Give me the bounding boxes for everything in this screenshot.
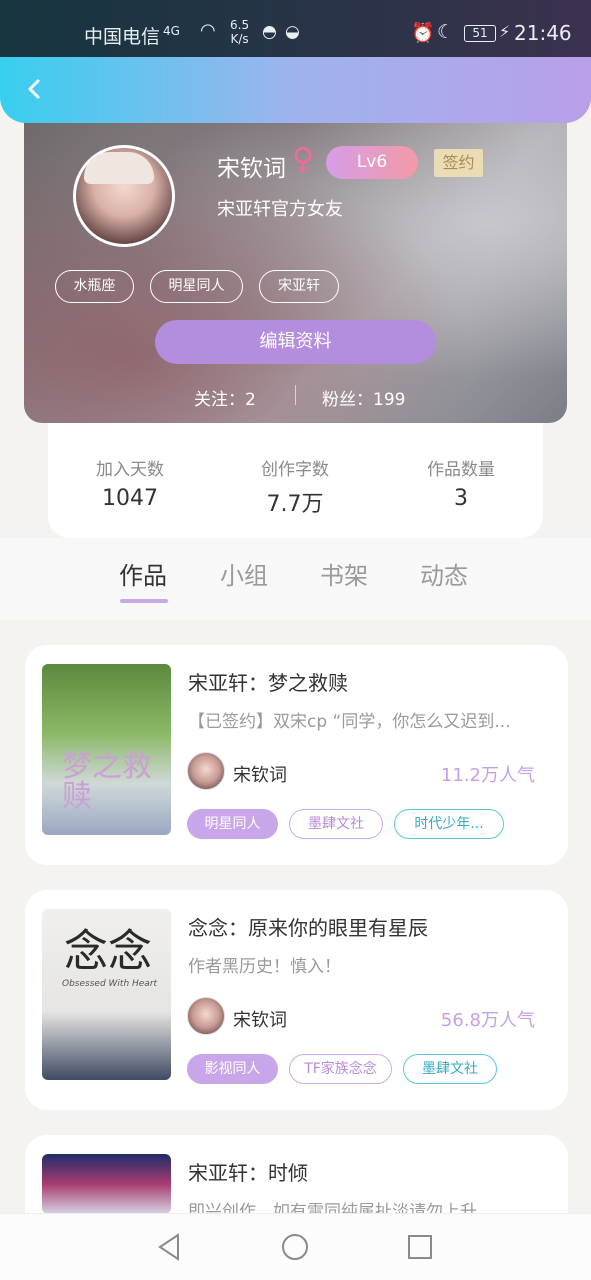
author-name: 宋钦词 <box>233 1010 287 1031</box>
alarm-icon: ⏰ <box>411 22 435 44</box>
stat-join-days: 加入天数 1047 <box>50 455 210 511</box>
signed-badge: 签约 <box>434 149 483 177</box>
back-button[interactable] <box>16 69 52 109</box>
work-card[interactable]: 宋亚轩：时倾 即兴创作，如有雷同纯属扯淡请勿上升 <box>25 1135 568 1213</box>
work-card[interactable]: 梦之救赎 宋亚轩：梦之救赎 【已签约】双宋cp “同学，你怎么又迟到... 宋钦… <box>25 645 568 865</box>
popularity-count: 56.8万人气 <box>440 1010 535 1031</box>
work-description: 【已签约】双宋cp “同学，你怎么又迟到... <box>188 712 511 732</box>
tab-groups[interactable]: 小组 <box>220 556 268 591</box>
work-title[interactable]: 宋亚轩：时倾 <box>188 1157 308 1186</box>
work-title[interactable]: 念念：原来你的眼里有星辰 <box>188 912 428 941</box>
genre-tag[interactable]: 明星同人 <box>187 809 278 839</box>
clock: 21:46 <box>514 21 572 45</box>
tab-bar: 作品 小组 书架 动态 <box>0 538 591 620</box>
work-description: 作者黑历史！慎入！ <box>188 957 341 977</box>
nav-back-icon[interactable] <box>152 1229 188 1265</box>
avatar-hat <box>84 152 154 184</box>
profile-name: 宋钦词 <box>217 156 286 182</box>
profile-bio: 宋亚轩官方女友 <box>217 199 343 220</box>
author-avatar <box>187 752 225 790</box>
status-bar: 中国电信 4G ◠ 6.5 K/s ◓ ◒ ⏰ ☾ 51 ⚡ 21:46 <box>0 0 591 62</box>
cover-title: 梦之救赎 <box>62 749 152 814</box>
work-description: 即兴创作，如有雷同纯属扯淡请勿上升 <box>188 1202 477 1213</box>
follow-label: 关注： <box>194 390 245 410</box>
author-avatar <box>187 997 225 1035</box>
stat-label: 创作字数 <box>261 460 329 480</box>
profile-tag[interactable]: 水瓶座 <box>55 270 134 303</box>
book-cover[interactable]: 念念 Obsessed With Heart <box>42 909 171 1080</box>
stat-value: 3 <box>454 486 468 511</box>
female-icon: ♀ <box>292 142 314 177</box>
carrier-label: 中国电信 <box>84 26 161 48</box>
speed-value: 6.5 <box>230 18 250 32</box>
cover-subtitle: Obsessed With Heart <box>62 979 158 989</box>
follow-count[interactable]: 关注：2 <box>194 385 256 410</box>
nav-recents-icon[interactable] <box>402 1229 438 1265</box>
genre-tag[interactable]: 时代少年... <box>394 809 504 839</box>
tab-activity[interactable]: 动态 <box>420 556 468 591</box>
qq-icon: ◓ <box>262 22 277 42</box>
nav-home-icon[interactable] <box>277 1229 313 1265</box>
stat-label: 加入天数 <box>96 460 164 480</box>
stat-value: 1047 <box>102 486 158 511</box>
follow-value: 2 <box>245 390 256 410</box>
system-nav-bar <box>0 1213 591 1280</box>
genre-tag[interactable]: 墨肆文社 <box>403 1054 497 1084</box>
wifi-icon: ◠ <box>200 20 216 41</box>
moon-icon: ☾ <box>437 21 455 43</box>
cover-title: 念念 <box>64 926 152 977</box>
edit-profile-button[interactable]: 编辑资料 <box>155 320 436 364</box>
profile-tag[interactable]: 宋亚轩 <box>259 270 339 303</box>
genre-tag[interactable]: 墨肆文社 <box>289 809 383 839</box>
tab-works[interactable]: 作品 <box>119 556 167 591</box>
stat-value: 7.7万 <box>266 492 324 517</box>
work-card[interactable]: 念念 Obsessed With Heart 念念：原来你的眼里有星辰 作者黑历… <box>25 890 568 1110</box>
author-name: 宋钦词 <box>233 765 287 786</box>
battery-icon: 51 <box>464 25 496 42</box>
chevron-left-icon <box>28 79 40 99</box>
profile-card: 宋钦词 ♀ Lv6 签约 宋亚轩官方女友 水瓶座 明星同人 宋亚轩 编辑资料 关… <box>24 90 567 423</box>
signal-icon: 4G <box>163 24 180 38</box>
profile-tag[interactable]: 明星同人 <box>150 270 243 303</box>
stat-label: 作品数量 <box>427 460 495 480</box>
divider <box>295 385 296 405</box>
wechat-icon: ◒ <box>285 22 300 42</box>
stat-word-count: 创作字数 7.7万 <box>215 455 375 518</box>
charging-icon: ⚡ <box>499 22 511 41</box>
fans-label: 粉丝： <box>322 390 373 410</box>
fans-count[interactable]: 粉丝：199 <box>322 385 405 410</box>
book-cover[interactable]: 梦之救赎 <box>42 664 171 835</box>
genre-tag[interactable]: 影视同人 <box>187 1054 278 1084</box>
stat-works-count: 作品数量 3 <box>381 455 541 511</box>
work-title[interactable]: 宋亚轩：梦之救赎 <box>188 667 348 696</box>
book-cover[interactable] <box>42 1154 171 1213</box>
network-speed: 6.5 K/s <box>230 18 249 46</box>
stats-card: 加入天数 1047 创作字数 7.7万 作品数量 3 <box>48 423 543 538</box>
top-bar <box>0 57 591 123</box>
level-badge: Lv6 <box>326 146 418 179</box>
genre-tag[interactable]: TF家族念念 <box>289 1054 392 1084</box>
speed-unit: K/s <box>230 32 249 46</box>
tab-bookshelf[interactable]: 书架 <box>320 556 368 591</box>
popularity-count: 11.2万人气 <box>440 765 535 786</box>
fans-value: 199 <box>373 390 406 410</box>
tab-active-indicator <box>120 599 168 603</box>
avatar[interactable] <box>73 145 175 247</box>
